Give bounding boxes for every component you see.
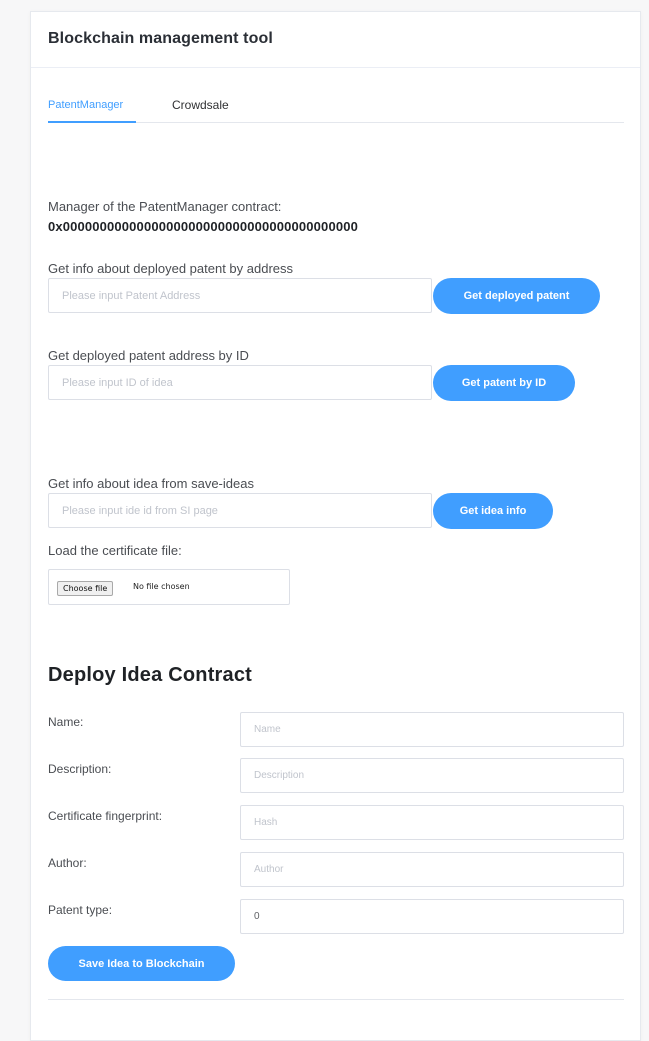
bottom-divider [48, 999, 624, 1000]
choose-file-button[interactable]: Choose file [57, 581, 114, 596]
idea-id-input[interactable] [48, 365, 432, 400]
file-status-text: No file chosen [133, 582, 190, 591]
patent-by-id-label: Get deployed patent address by ID [48, 348, 249, 363]
idea-info-label: Get info about idea from save-ideas [48, 476, 254, 491]
author-label: Author: [48, 856, 87, 870]
description-label: Description: [48, 762, 112, 776]
hash-input[interactable] [240, 805, 624, 840]
name-input[interactable] [240, 712, 624, 747]
patent-type-input[interactable] [240, 899, 624, 934]
patent-address-input[interactable] [48, 278, 432, 313]
deployed-patent-label: Get info about deployed patent by addres… [48, 261, 294, 276]
description-input[interactable] [240, 758, 624, 793]
patent-type-label: Patent type: [48, 903, 113, 917]
save-ideas-id-input[interactable] [48, 493, 432, 528]
tab-crowdsale[interactable]: Crowdsale [172, 98, 229, 122]
manager-label: Manager of the PatentManager contract: [48, 199, 282, 214]
get-deployed-patent-button[interactable]: Get deployed patent [433, 278, 600, 314]
author-input[interactable] [240, 852, 624, 887]
card-title: Blockchain management tool [48, 30, 273, 47]
active-tab-indicator [48, 121, 136, 123]
get-patent-by-id-button[interactable]: Get patent by ID [433, 365, 575, 401]
manager-address: 0x00000000000000000000000000000000000000… [48, 219, 358, 234]
tab-patentmanager[interactable]: PatentManager [48, 98, 123, 122]
certificate-label: Load the certificate file: [48, 543, 182, 558]
tab-bar: PatentManager Crowdsale [48, 98, 624, 123]
save-idea-button[interactable]: Save Idea to Blockchain [48, 946, 235, 981]
get-idea-info-button[interactable]: Get idea info [433, 493, 553, 529]
name-label: Name: [48, 715, 84, 729]
deploy-section-title: Deploy Idea Contract [48, 664, 253, 686]
certificate-fingerprint-label: Certificate fingerprint: [48, 809, 163, 823]
management-card: Blockchain management tool PatentManager… [30, 11, 641, 1041]
card-header: Blockchain management tool [31, 12, 640, 68]
certificate-file-input[interactable]: Choose file No file chosen [48, 569, 290, 605]
